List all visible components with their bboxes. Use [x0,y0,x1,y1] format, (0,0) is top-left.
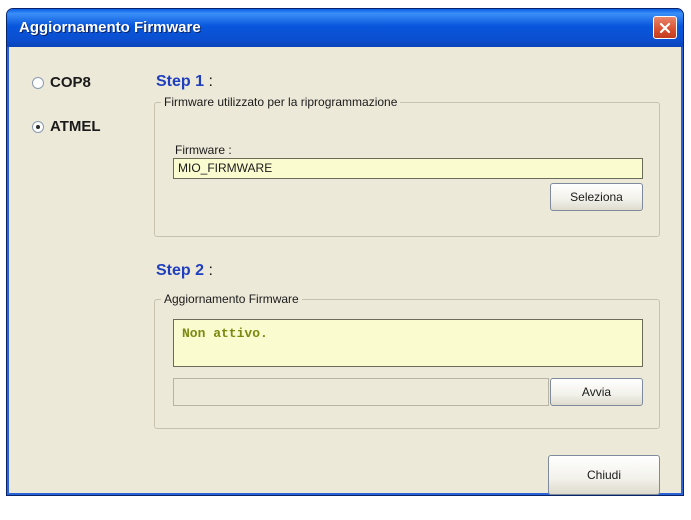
radio-option-cop8[interactable]: COP8 [32,74,91,91]
close-x-icon [659,22,671,33]
firmware-field-label: Firmware : [175,143,232,157]
step2-group-title: Aggiornamento Firmware [164,292,299,306]
radio-button-cop8[interactable] [32,76,44,89]
close-window-button[interactable] [653,16,677,39]
radio-option-atmel[interactable]: ATMEL [32,118,101,135]
radio-button-atmel[interactable] [32,120,44,133]
select-firmware-button[interactable]: Seleziona [550,183,643,211]
start-update-button[interactable]: Avvia [550,378,643,406]
firmware-update-dialog: Aggiornamento Firmware COP8 ATMEL Step 1… [6,8,684,496]
update-progress-bar [173,378,549,406]
radio-label-atmel: ATMEL [50,118,101,135]
window-title: Aggiornamento Firmware [19,19,201,36]
close-dialog-button[interactable]: Chiudi [548,455,660,495]
radio-label-cop8: COP8 [50,74,91,91]
step1-heading: Step 1 : [156,73,213,91]
firmware-file-field[interactable]: MIO_FIRMWARE [173,158,643,179]
step2-title: Step 2 [156,262,205,279]
step2-heading: Step 2 : [156,262,213,280]
title-bar[interactable]: Aggiornamento Firmware [7,9,683,47]
update-status-box: Non attivo. [173,319,643,367]
step2-colon: : [208,262,213,279]
step1-colon: : [208,73,213,90]
dialog-body: COP8 ATMEL Step 1 : Firmware utilizzato … [10,47,680,495]
step1-group-title: Firmware utilizzato per la riprogrammazi… [164,95,398,109]
step1-title: Step 1 [156,73,205,90]
